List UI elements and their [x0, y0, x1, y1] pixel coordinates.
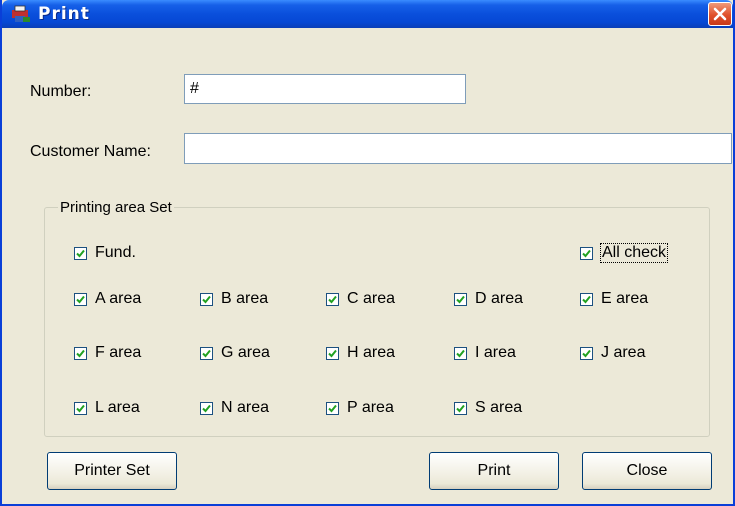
window-title: Print	[38, 4, 90, 24]
checkbox-c-area[interactable]: C area	[326, 289, 395, 309]
checkbox-box[interactable]	[580, 346, 593, 360]
checkbox-box[interactable]	[74, 401, 87, 415]
checkbox-g-area[interactable]: G area	[200, 343, 270, 363]
checkbox-n-area[interactable]: N area	[200, 398, 269, 418]
checkbox-box[interactable]	[200, 346, 213, 360]
checkbox-label: A area	[95, 290, 142, 307]
checkbox-fund[interactable]: Fund.	[74, 243, 136, 263]
checkbox-label: L area	[95, 399, 140, 416]
checkbox-label: G area	[221, 344, 270, 361]
checkmark-icon	[76, 349, 85, 357]
checkbox-j-area[interactable]: J area	[580, 343, 645, 363]
checkmark-icon	[582, 349, 591, 357]
checkmark-icon	[76, 249, 85, 257]
checkmark-icon	[76, 404, 85, 412]
checkbox-box[interactable]	[74, 246, 87, 260]
checkbox-box[interactable]	[326, 401, 339, 415]
checkbox-i-area[interactable]: I area	[454, 343, 516, 363]
title-bar[interactable]: Print	[2, 0, 733, 28]
checkbox-label: J area	[601, 344, 646, 361]
close-button[interactable]: Close	[582, 452, 712, 490]
checkbox-box[interactable]	[454, 401, 467, 415]
checkbox-box[interactable]	[326, 346, 339, 360]
print-button[interactable]: Print	[429, 452, 559, 490]
checkbox-label: N area	[221, 399, 270, 416]
printer-set-button[interactable]: Printer Set	[47, 452, 177, 490]
checkmark-icon	[328, 349, 337, 357]
checkbox-label: All check	[599, 243, 669, 263]
checkmark-icon	[202, 404, 211, 412]
checkbox-label: H area	[347, 344, 396, 361]
checkbox-a-area[interactable]: A area	[74, 289, 141, 309]
customer-name-label: Customer Name:	[30, 143, 151, 160]
checkbox-label: B area	[221, 290, 269, 307]
checkmark-icon	[328, 295, 337, 303]
checkbox-box[interactable]	[200, 292, 213, 306]
checkmark-icon	[202, 295, 211, 303]
checkmark-icon	[582, 249, 591, 257]
checkbox-box[interactable]	[74, 346, 87, 360]
checkbox-l-area[interactable]: L area	[74, 398, 140, 418]
checkbox-label: P area	[347, 399, 394, 416]
customer-name-field[interactable]	[184, 133, 732, 164]
printer-app-icon	[11, 5, 31, 23]
checkmark-icon	[76, 295, 85, 303]
checkbox-b-area[interactable]: B area	[200, 289, 268, 309]
checkbox-all-check[interactable]: All check	[580, 243, 669, 263]
checkbox-box[interactable]	[454, 346, 467, 360]
print-dialog: Print Number: Customer Name: Printing ar…	[0, 0, 735, 506]
close-icon	[713, 7, 727, 21]
checkmark-icon	[456, 295, 465, 303]
checkbox-label: S area	[475, 399, 523, 416]
checkbox-f-area[interactable]: F area	[74, 343, 141, 363]
checkmark-icon	[328, 404, 337, 412]
checkbox-p-area[interactable]: P area	[326, 398, 394, 418]
close-window-button[interactable]	[708, 2, 732, 26]
number-label: Number:	[30, 83, 92, 100]
checkbox-h-area[interactable]: H area	[326, 343, 395, 363]
checkbox-label: I area	[475, 344, 516, 361]
checkbox-box[interactable]	[580, 292, 593, 306]
checkbox-label: E area	[601, 290, 649, 307]
checkbox-d-area[interactable]: D area	[454, 289, 523, 309]
checkbox-e-area[interactable]: E area	[580, 289, 648, 309]
number-field[interactable]	[184, 74, 466, 104]
checkbox-label: D area	[475, 290, 524, 307]
checkbox-label: Fund.	[95, 244, 136, 261]
printing-area-legend: Printing area Set	[58, 199, 174, 216]
checkmark-icon	[456, 404, 465, 412]
checkmark-icon	[456, 349, 465, 357]
checkbox-s-area[interactable]: S area	[454, 398, 522, 418]
checkmark-icon	[202, 349, 211, 357]
checkbox-box[interactable]	[326, 292, 339, 306]
checkbox-box[interactable]	[454, 292, 467, 306]
checkbox-label: F area	[95, 344, 142, 361]
checkbox-label: C area	[347, 290, 396, 307]
checkbox-box[interactable]	[580, 246, 593, 260]
checkbox-box[interactable]	[74, 292, 87, 306]
checkbox-box[interactable]	[200, 401, 213, 415]
checkmark-icon	[582, 295, 591, 303]
